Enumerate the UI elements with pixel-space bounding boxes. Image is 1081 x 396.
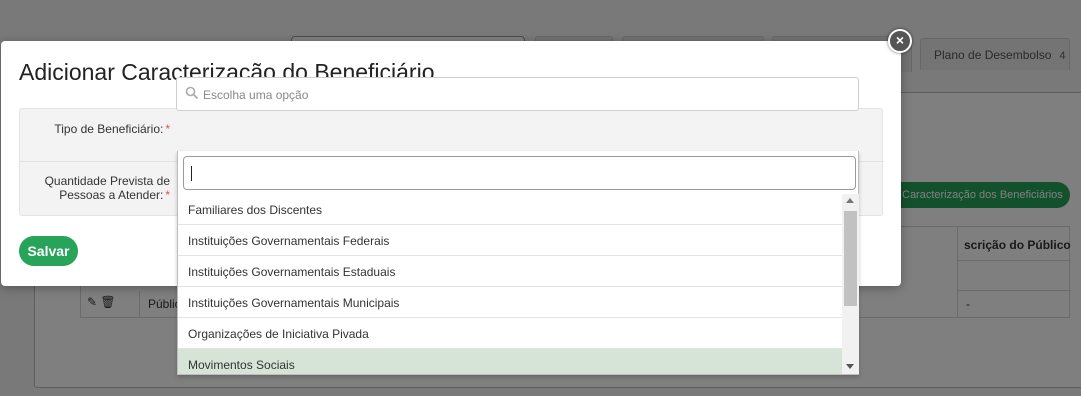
dropdown-scrollbar[interactable] xyxy=(842,194,859,374)
close-modal-button[interactable]: × xyxy=(888,29,912,53)
scroll-up-arrow-icon[interactable] xyxy=(846,198,854,203)
tipo-beneficiario-select[interactable]: Escolha uma opção xyxy=(176,77,859,111)
scroll-down-arrow-icon[interactable] xyxy=(846,364,854,369)
required-mark: * xyxy=(165,122,170,136)
search-icon xyxy=(185,86,199,100)
required-mark: * xyxy=(165,188,170,202)
tipo-label-text: Tipo de Beneficiário: xyxy=(54,122,164,136)
dropdown-search-input[interactable] xyxy=(183,156,856,190)
select-placeholder: Escolha uma opção xyxy=(203,88,309,102)
quantidade-prevista-label: Quantidade Prevista de Pessoas a Atender… xyxy=(20,174,170,202)
tipo-beneficiario-dropdown: Familiares dos Discentes Instituições Gov… xyxy=(177,151,859,375)
save-button[interactable]: Salvar xyxy=(19,236,78,266)
dropdown-option[interactable]: Instituições Governamentais Municipais xyxy=(178,287,842,318)
dropdown-options-list: Familiares dos Discentes Instituições Gov… xyxy=(178,194,842,374)
text-cursor xyxy=(191,166,192,181)
tipo-beneficiario-label: Tipo de Beneficiário: * xyxy=(20,122,170,136)
dropdown-option[interactable]: Instituições Governamentais Estaduais xyxy=(178,256,842,287)
dropdown-option[interactable]: Organizações de Iniciativa Pivada xyxy=(178,318,842,349)
dropdown-option[interactable]: Instituições Governamentais Federais xyxy=(178,225,842,256)
qtd-label-line1: Quantidade Prevista de xyxy=(44,174,170,188)
dropdown-option[interactable]: Familiares dos Discentes xyxy=(178,194,842,225)
close-icon: × xyxy=(895,32,905,48)
scrollbar-thumb[interactable] xyxy=(844,211,857,306)
dropdown-option[interactable]: Movimentos Sociais xyxy=(178,349,842,374)
qtd-label-line2: Pessoas a Atender: xyxy=(59,188,164,202)
